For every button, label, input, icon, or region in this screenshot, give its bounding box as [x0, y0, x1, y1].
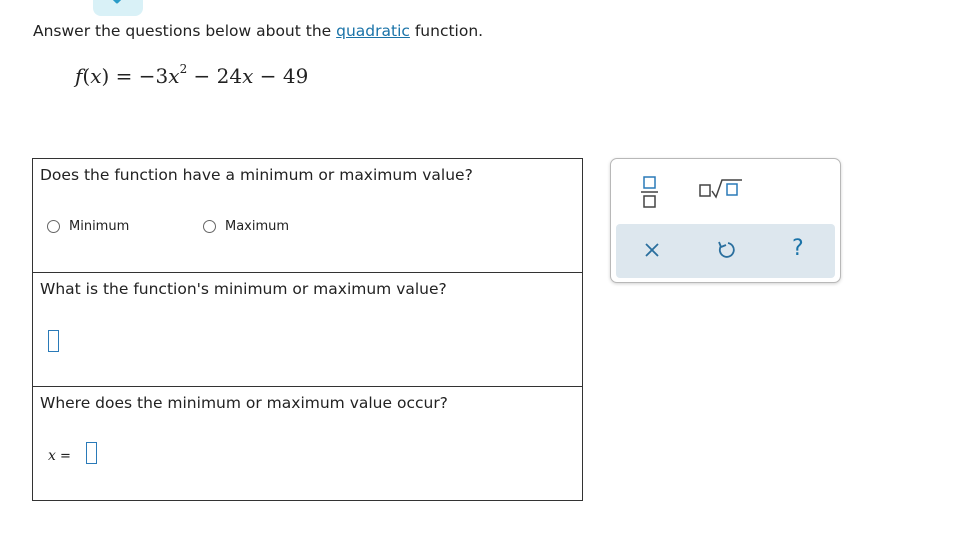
formula-var-1: x [168, 64, 180, 88]
x-variable: x [48, 448, 56, 464]
question-2-text: What is the function's minimum or maximu… [40, 280, 447, 298]
instructions: Answer the questions below about the qua… [33, 22, 483, 40]
question-1-text: Does the function have a minimum or maxi… [40, 166, 473, 184]
clear-icon[interactable] [644, 242, 660, 258]
sqrt-icon[interactable] [698, 177, 744, 201]
tool-actions: ? [616, 224, 835, 278]
function-formula: f(x) = −3x2 − 24x − 49 [75, 62, 309, 88]
formula-term-a: = −3 [109, 64, 169, 88]
radio-minimum[interactable]: Minimum [47, 219, 129, 234]
formula-term-b: − 24 [187, 64, 243, 88]
question-3-text: Where does the minimum or maximum value … [40, 394, 448, 412]
formula-term-c: − 49 [253, 64, 309, 88]
help-icon[interactable]: ? [792, 236, 804, 261]
fraction-icon[interactable] [639, 175, 661, 209]
question-location: Where does the minimum or maximum value … [33, 387, 582, 501]
collapse-tab[interactable] [93, 0, 143, 16]
question-min-or-max: Does the function have a minimum or maxi… [33, 159, 582, 273]
chevron-down-icon [112, 0, 122, 4]
instructions-suffix: function. [409, 22, 484, 40]
radio-minimum-circle[interactable] [47, 220, 60, 233]
instructions-prefix: Answer the questions below about the [33, 22, 337, 40]
radio-maximum[interactable]: Maximum [203, 219, 289, 234]
quadratic-link[interactable]: quadratic [336, 22, 410, 40]
function-arg: x [90, 64, 102, 88]
question-extreme-value: What is the function's minimum or maximu… [33, 273, 582, 387]
undo-icon[interactable] [716, 240, 736, 260]
question-box: Does the function have a minimum or maxi… [32, 158, 583, 501]
x-value-input[interactable] [86, 442, 97, 464]
radio-maximum-circle[interactable] [203, 220, 216, 233]
math-tool-panel: ? [610, 158, 841, 283]
equals-sign: = [55, 449, 71, 464]
formula-exponent: 2 [179, 62, 188, 77]
extreme-value-input[interactable] [48, 330, 59, 352]
x-equals-label: x = [48, 448, 71, 464]
formula-var-2: x [242, 64, 254, 88]
radio-maximum-label: Maximum [225, 219, 290, 234]
function-name: f [75, 64, 83, 88]
radio-minimum-label: Minimum [69, 219, 130, 234]
